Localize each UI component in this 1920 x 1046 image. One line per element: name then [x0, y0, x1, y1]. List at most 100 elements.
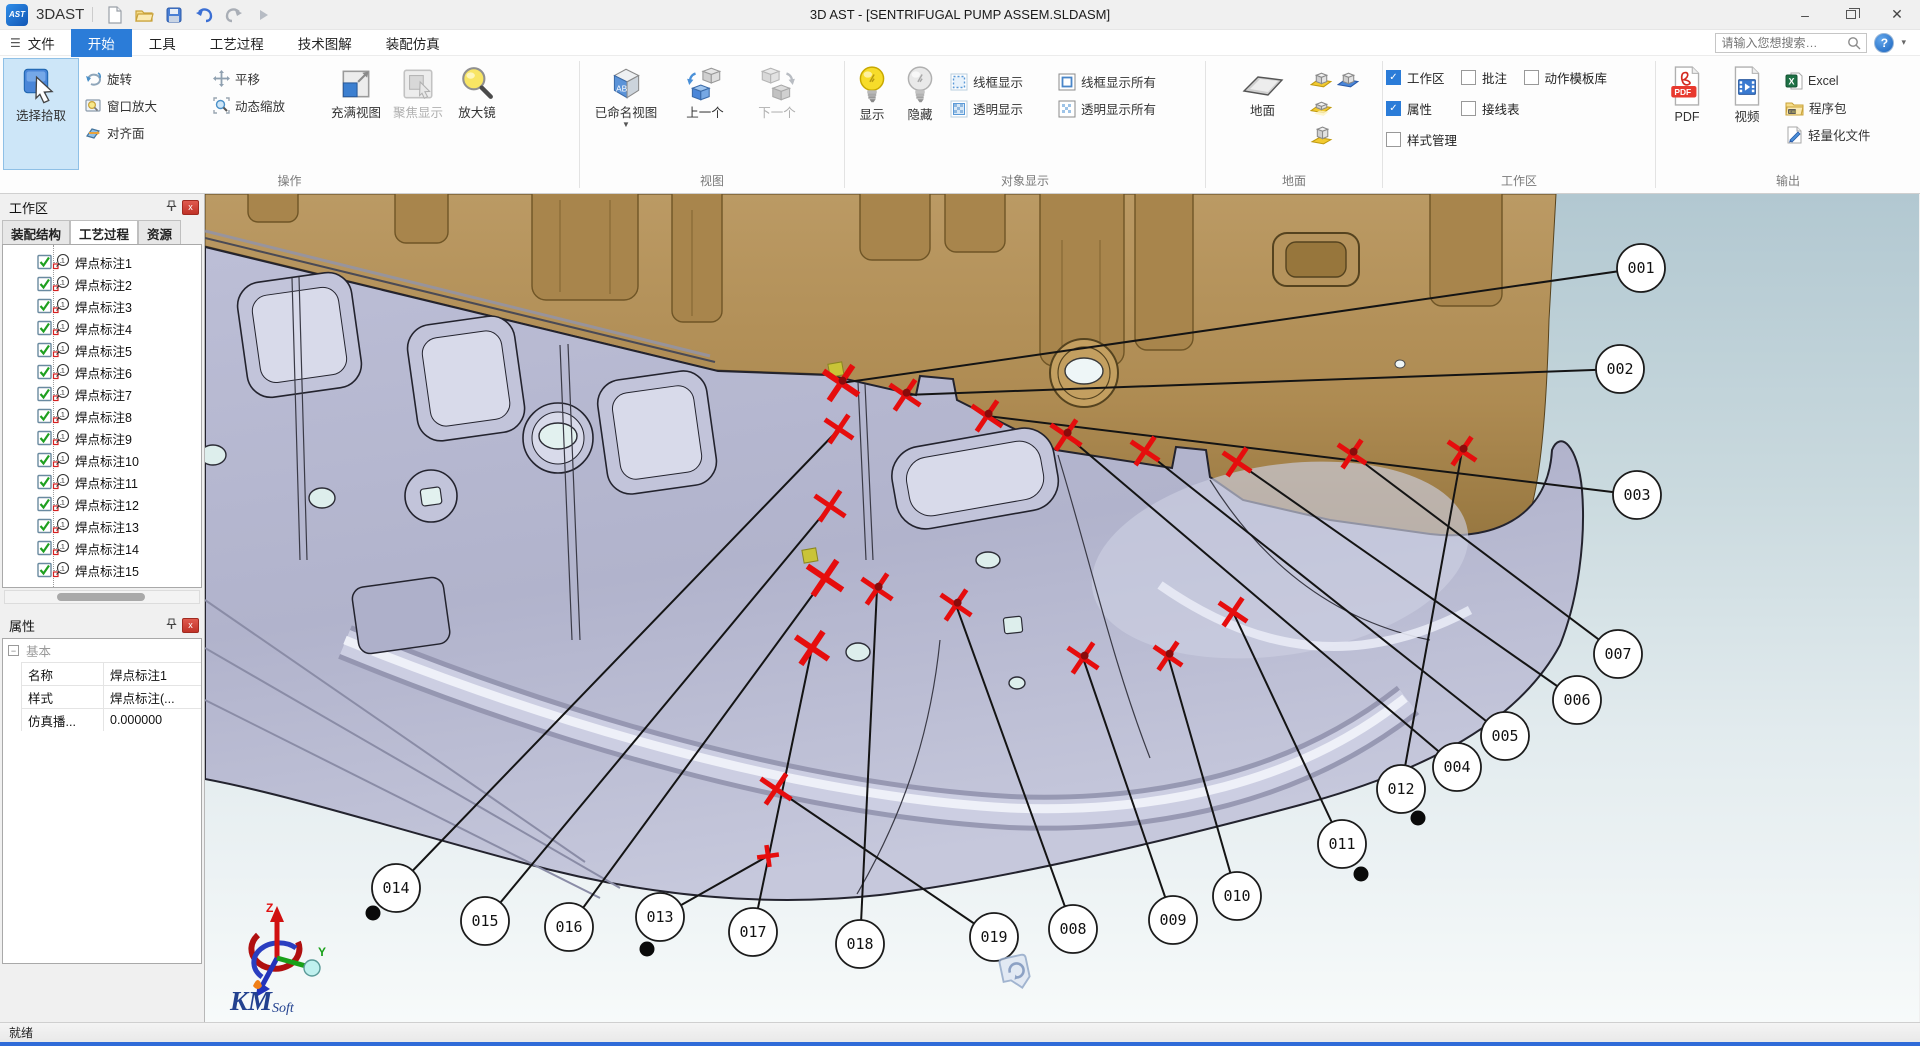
open-file-button[interactable] [129, 2, 159, 28]
close-button[interactable]: ✕ [1874, 0, 1920, 29]
tree-item[interactable]: 1焊点标注15 [3, 559, 201, 581]
restore-button[interactable] [1828, 0, 1874, 29]
tree-item[interactable]: 1焊点标注9 [3, 427, 201, 449]
export-pdf-button[interactable]: PDF PDF [1659, 58, 1715, 124]
export-excel-button[interactable]: XExcel [1779, 67, 1877, 94]
zoom-window-button[interactable]: 窗口放大 [79, 92, 207, 119]
balloon-006[interactable]: 006 [1553, 676, 1601, 724]
checked-annotation-icon[interactable]: 1 [37, 275, 71, 293]
checkbox-接线表[interactable]: 接线表 [1461, 99, 1520, 118]
balloon-014[interactable]: 014 [372, 864, 420, 912]
ribbon-tab-技术图解[interactable]: 技术图解 [281, 29, 369, 57]
balloon-012[interactable]: 012 [1377, 765, 1425, 813]
pan-button[interactable]: 平移 [207, 65, 325, 92]
ground-style-edge-button[interactable] [1309, 122, 1335, 149]
workspace-tab-资源[interactable]: 资源 [138, 220, 181, 244]
viewport-3d[interactable]: 0010020030040050060070080090100110120130… [205, 194, 1920, 1022]
property-row[interactable]: 名称焊点标注1 [21, 662, 201, 685]
ground-style-sunken-button[interactable] [1309, 94, 1335, 121]
new-file-button[interactable] [99, 2, 129, 28]
properties-section-basic[interactable]: − 基本 [3, 639, 201, 662]
undo-button[interactable] [189, 2, 219, 28]
checkbox-工作区[interactable]: ✓工作区 [1386, 68, 1457, 87]
balloon-011[interactable]: 011 [1318, 820, 1366, 868]
ribbon-tab-装配仿真[interactable]: 装配仿真 [369, 29, 457, 57]
checked-annotation-icon[interactable]: 1 [37, 363, 71, 381]
tree-item[interactable]: 1焊点标注12 [3, 493, 201, 515]
checked-annotation-icon[interactable]: 1 [37, 517, 71, 535]
search-box[interactable] [1715, 33, 1867, 53]
ribbon-tab-开始[interactable]: 开始 [71, 29, 132, 57]
transparent-all-button[interactable]: 透明显示所有 [1052, 95, 1184, 122]
checkbox-样式管理[interactable]: 样式管理 [1386, 130, 1457, 149]
file-menu-button[interactable]: ☰ 文件 [0, 33, 71, 53]
help-button[interactable]: ? [1874, 33, 1894, 53]
balloon-009[interactable]: 009 [1149, 896, 1197, 944]
workspace-panel-close-button[interactable]: x [182, 200, 199, 215]
balloon-013[interactable]: 013 [636, 893, 684, 941]
checked-annotation-icon[interactable]: 1 [37, 429, 71, 447]
previous-view-button[interactable]: 上一个 [669, 58, 741, 120]
search-input[interactable] [1721, 36, 1847, 50]
tree-item[interactable]: 1焊点标注7 [3, 383, 201, 405]
properties-panel-close-button[interactable]: x [182, 618, 199, 633]
balloon-001[interactable]: 001 [1617, 244, 1665, 292]
next-view-button[interactable]: 下一个 [741, 58, 813, 120]
dynamic-zoom-button[interactable]: 动态缩放 [207, 92, 325, 119]
tree-item[interactable]: 1焊点标注4 [3, 317, 201, 339]
checked-annotation-icon[interactable]: 1 [37, 451, 71, 469]
tree-horizontal-scrollbar[interactable] [4, 590, 200, 604]
tree-item[interactable]: 1焊点标注8 [3, 405, 201, 427]
checked-annotation-icon[interactable]: 1 [37, 495, 71, 513]
fit-view-button[interactable]: 充满视图 [325, 58, 387, 120]
tree-item[interactable]: 1焊点标注5 [3, 339, 201, 361]
ribbon-tab-工艺过程[interactable]: 工艺过程 [193, 29, 281, 57]
checked-annotation-icon[interactable]: 1 [37, 385, 71, 403]
balloon-003[interactable]: 003 [1613, 471, 1661, 519]
next-step-button[interactable] [249, 2, 279, 28]
named-view-button[interactable]: AB 已命名视图 ▼ [583, 58, 669, 127]
checkbox-动作模板库[interactable]: 动作模板库 [1524, 68, 1608, 87]
pin-icon[interactable] [166, 618, 177, 633]
hide-button[interactable]: 隐藏 [896, 58, 944, 122]
workspace-tab-工艺过程[interactable]: 工艺过程 [70, 220, 138, 244]
redo-button[interactable] [219, 2, 249, 28]
checked-annotation-icon[interactable]: 1 [37, 253, 71, 271]
scrollbar-thumb[interactable] [57, 593, 145, 601]
balloon-018[interactable]: 018 [836, 920, 884, 968]
tree-item[interactable]: 1焊点标注2 [3, 273, 201, 295]
checkbox-批注[interactable]: 批注 [1461, 68, 1520, 87]
balloon-010[interactable]: 010 [1213, 872, 1261, 920]
tree-item[interactable]: 1焊点标注6 [3, 361, 201, 383]
ground-style-blue-button[interactable] [1336, 66, 1362, 93]
rotate-button[interactable]: 旋转 [79, 65, 207, 92]
wireframe-all-button[interactable]: 线框显示所有 [1052, 68, 1184, 95]
tree-item[interactable]: 1焊点标注1 [3, 251, 201, 273]
collapse-icon[interactable]: − [8, 645, 19, 656]
export-video-button[interactable]: 视频 [1719, 58, 1775, 124]
checkbox-属性[interactable]: ✓属性 [1386, 99, 1457, 118]
tree-item[interactable]: 1焊点标注11 [3, 471, 201, 493]
ribbon-tab-工具[interactable]: 工具 [132, 29, 193, 57]
checked-annotation-icon[interactable]: 1 [37, 341, 71, 359]
tree-item[interactable]: 1焊点标注10 [3, 449, 201, 471]
focus-display-button[interactable]: 聚焦显示 [387, 58, 449, 120]
export-lightweight-button[interactable]: 轻量化文件 [1779, 121, 1877, 148]
pin-icon[interactable] [166, 200, 177, 215]
minimize-button[interactable]: – [1782, 0, 1828, 29]
checked-annotation-icon[interactable]: 1 [37, 297, 71, 315]
checked-annotation-icon[interactable]: 1 [37, 319, 71, 337]
balloon-015[interactable]: 015 [461, 897, 509, 945]
export-package-button[interactable]: EXE程序包 [1779, 94, 1877, 121]
balloon-002[interactable]: 002 [1596, 345, 1644, 393]
balloon-016[interactable]: 016 [545, 903, 593, 951]
tree-item[interactable]: 1焊点标注3 [3, 295, 201, 317]
property-row[interactable]: 仿真播...0.000000 [21, 708, 201, 731]
checked-annotation-icon[interactable]: 1 [37, 407, 71, 425]
save-button[interactable] [159, 2, 189, 28]
balloon-007[interactable]: 007 [1594, 630, 1642, 678]
balloon-008[interactable]: 008 [1049, 905, 1097, 953]
balloon-019[interactable]: 019 [970, 913, 1018, 961]
workspace-tab-装配结构[interactable]: 装配结构 [2, 220, 70, 244]
wireframe-display-button[interactable]: 线框显示 [944, 68, 1052, 95]
